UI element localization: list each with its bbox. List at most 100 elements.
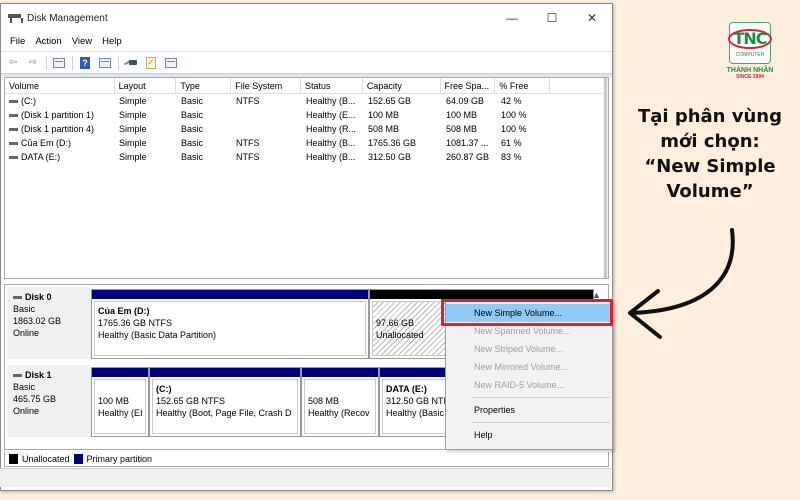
volume-icon [9, 114, 18, 118]
help-button[interactable]: ? [77, 56, 93, 70]
table-row[interactable]: (Disk 1 partition 4) Simple Basic Healthy (… [5, 122, 608, 136]
legend-unallocated: Unallocated [22, 454, 70, 464]
volume-list-scrollbar[interactable] [603, 78, 608, 278]
cell-percent-free: 100 % [501, 124, 527, 134]
partition-disk1-1[interactable]: 100 MB Healthy (EI [91, 367, 149, 437]
menu-item-new-mirrored-volume[interactable]: New Mirrored Volume... [446, 358, 612, 376]
cell-percent-free: 83 % [501, 152, 522, 162]
menu-item-new-spanned-volume[interactable]: New Spanned Volume... [446, 322, 612, 340]
table-row[interactable]: (C:) Simple Basic NTFS Healthy (B... 152.65 G… [5, 94, 608, 108]
disk-0-type: Basic [13, 304, 36, 314]
column-header-layout[interactable]: Layout [115, 78, 177, 93]
cell-layout: Simple [119, 96, 147, 106]
toolbar: ⇦ ⇨ ? ✓ [1, 51, 612, 73]
maximize-button[interactable]: ☐ [532, 4, 572, 32]
caption-line: “New Simple [644, 156, 776, 177]
cell-type: Basic [181, 96, 204, 106]
partition-name: Của Em (D:) [98, 306, 150, 316]
cell-capacity: 312.50 GB [368, 152, 412, 162]
toolbar-separator [118, 55, 119, 70]
table-row[interactable]: Của Em (D:) Simple Basic NTFS Healthy (B... 1… [5, 136, 608, 150]
cell-status: Healthy (E... [306, 110, 356, 120]
cell-file-system: NTFS [236, 152, 260, 162]
cell-free-space: 64.09 GB [446, 96, 485, 106]
volume-name: (Disk 1 partition 4) [21, 124, 95, 134]
partition-disk1-4[interactable]: 508 MB Healthy (Recov [301, 367, 379, 437]
menu-help[interactable]: Help [97, 36, 127, 47]
cell-status: Healthy (B... [306, 138, 356, 148]
toolbar-separator [72, 55, 73, 70]
column-header-capacity[interactable]: Capacity [363, 78, 441, 93]
menu-separator [472, 397, 610, 398]
console-tree-icon [53, 57, 65, 68]
partition-name: (C:) [156, 384, 172, 394]
partition-status: Healthy (EI [98, 408, 143, 418]
disk-1-label[interactable]: Disk 1 Basic 465.75 GB Online [7, 365, 91, 437]
cell-layout: Simple [119, 152, 147, 162]
menu-item-new-raid5-volume[interactable]: New RAID-5 Volume... [446, 376, 612, 394]
annotation-caption: Tại phân vùng mới chọn: “New Simple Volu… [620, 104, 800, 204]
help-icon: ? [80, 56, 90, 69]
column-header-percent-free[interactable]: % Free [495, 78, 551, 93]
menu-action[interactable]: Action [30, 36, 66, 47]
menu-view[interactable]: View [67, 36, 97, 47]
key-button[interactable] [123, 56, 139, 70]
column-header-file-system[interactable]: File System [231, 78, 302, 93]
back-arrow-icon[interactable]: ⇦ [5, 56, 21, 70]
menu-separator [472, 422, 610, 423]
cell-layout: Simple [119, 138, 147, 148]
window-title: Disk Management [27, 12, 108, 24]
table-row[interactable]: (Disk 1 partition 1) Simple Basic Healthy (… [5, 108, 608, 122]
partition-d[interactable]: Của Em (D:) 1765.36 GB NTFS Healthy (Bas… [91, 289, 369, 359]
volume-name: (Disk 1 partition 1) [21, 110, 95, 120]
column-header-free-space[interactable]: Free Spa... [441, 78, 496, 93]
column-header-type[interactable]: Type [176, 78, 232, 93]
disk-1-name: Disk 1 [13, 369, 85, 381]
logo-badge: TNC COMPUTER [728, 22, 772, 64]
cell-percent-free: 100 % [501, 110, 527, 120]
disk-0-size: 1863.02 GB [13, 316, 62, 326]
table-row[interactable]: DATA (E:) Simple Basic NTFS Healthy (B... 312… [5, 150, 608, 164]
settings-panel-icon [165, 57, 177, 68]
cell-free-space: 1081.37 ... [446, 138, 489, 148]
checklist-button[interactable]: ✓ [143, 56, 159, 70]
partition-status: Healthy (Boot, Page File, Crash D [156, 408, 292, 418]
disk-1-status: Online [13, 406, 40, 416]
column-header-status[interactable]: Status [301, 78, 363, 93]
volume-name: Của Em (D:) [21, 138, 72, 148]
graph-scroll-up-icon[interactable]: ▲ [592, 290, 601, 300]
disk-1-type: Basic [13, 382, 36, 392]
primary-partition-bar [150, 368, 300, 377]
properties-button[interactable] [97, 56, 113, 70]
menu-item-new-striped-volume[interactable]: New Striped Volume... [446, 340, 612, 358]
cell-file-system: NTFS [236, 138, 260, 148]
forward-arrow-icon[interactable]: ⇨ [25, 56, 41, 70]
context-menu: New Simple Volume... New Spanned Volume.… [445, 300, 613, 450]
key-icon [124, 59, 138, 66]
console-tree-button[interactable] [51, 56, 67, 70]
volume-list: Volume Layout Type File System Status Ca… [4, 77, 609, 279]
primary-partition-bar [92, 290, 368, 299]
volume-icon [9, 142, 18, 146]
cell-type: Basic [181, 110, 204, 120]
column-header-volume[interactable]: Volume [5, 78, 115, 93]
volume-icon [9, 100, 18, 104]
cell-percent-free: 61 % [501, 138, 522, 148]
cell-file-system: NTFS [236, 96, 260, 106]
cell-layout: Simple [119, 110, 147, 120]
checklist-icon: ✓ [146, 56, 156, 69]
logo-name: THÀNH NHÂN [726, 67, 774, 74]
minimize-button[interactable]: — [492, 4, 532, 32]
settings-panel-button[interactable] [163, 56, 179, 70]
logo-sub: COMPUTER [735, 51, 765, 58]
menu-item-new-simple-volume[interactable]: New Simple Volume... [446, 304, 612, 322]
cell-status: Healthy (B... [306, 96, 356, 106]
cell-type: Basic [181, 152, 204, 162]
partition-c[interactable]: (C:) 152.65 GB NTFS Healthy (Boot, Page … [149, 367, 301, 437]
menu-file[interactable]: File [5, 36, 30, 47]
disk-0-label[interactable]: Disk 0 Basic 1863.02 GB Online [7, 287, 91, 359]
close-button[interactable]: ✕ [572, 4, 612, 32]
cell-capacity: 1765.36 GB [368, 138, 417, 148]
menu-item-properties[interactable]: Properties [446, 401, 612, 419]
menu-item-help[interactable]: Help [446, 426, 612, 444]
